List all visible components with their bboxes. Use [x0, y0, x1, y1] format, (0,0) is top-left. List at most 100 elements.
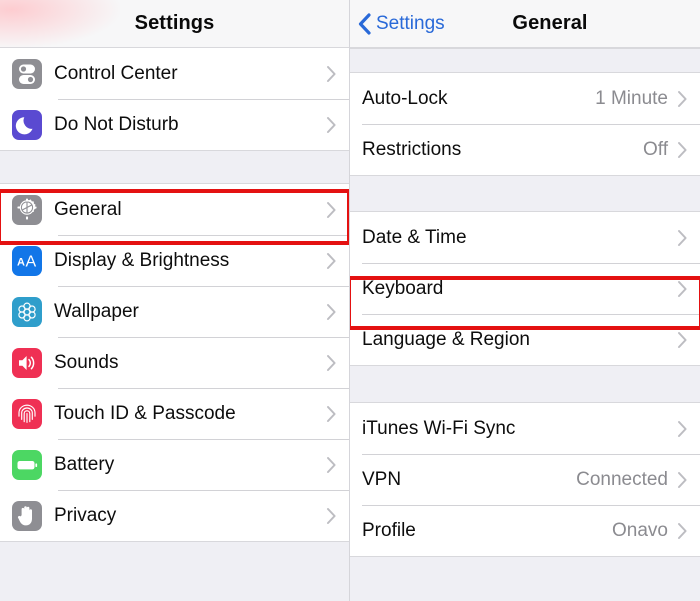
list-item-general[interactable]: General	[0, 184, 349, 235]
list-item-wallpaper[interactable]: Wallpaper	[0, 286, 349, 337]
fingerprint-icon	[12, 398, 42, 429]
list-item-label: Control Center	[54, 62, 178, 84]
list-item-label: Touch ID & Passcode	[54, 402, 236, 424]
disclosure-indicator	[326, 405, 337, 423]
group-media: Control Center Do Not Disturb	[0, 48, 349, 150]
page-title: Settings	[134, 12, 215, 34]
speaker-icon	[12, 347, 42, 378]
group-lock: Auto-Lock 1 Minute Restrictions Off	[350, 73, 700, 175]
list-item-auto-lock[interactable]: Auto-Lock 1 Minute	[350, 73, 700, 124]
group-network: iTunes Wi-Fi Sync VPN Connected Profile Onav…	[350, 403, 700, 556]
control-center-icon	[12, 58, 42, 89]
general-list: Auto-Lock 1 Minute Restrictions Off Date & T…	[350, 48, 700, 601]
settings-root-pane: Settings Control Center Do Not Disturb Gen…	[0, 0, 350, 601]
list-item-privacy[interactable]: Privacy	[0, 490, 349, 541]
chevron-right-icon	[678, 141, 687, 158]
disclosure-indicator	[677, 331, 688, 349]
list-item-date-time[interactable]: Date & Time	[350, 212, 700, 263]
disclosure-indicator	[326, 252, 337, 270]
list-item-vpn[interactable]: VPN Connected	[350, 454, 700, 505]
list-item-value: Onavo	[612, 519, 668, 541]
list-item-label: Wallpaper	[54, 300, 139, 322]
ios-settings-screenshot: Settings Control Center Do Not Disturb Gen…	[0, 0, 700, 601]
list-tail	[350, 556, 700, 601]
list-item-label: Date & Time	[362, 226, 467, 248]
list-item-sounds[interactable]: Sounds	[0, 337, 349, 388]
disclosure-indicator	[677, 471, 688, 489]
list-item-value: Off	[643, 138, 668, 160]
disclosure-indicator	[677, 420, 688, 438]
left-navbar: Settings	[0, 0, 349, 48]
list-item-label: VPN	[362, 468, 402, 490]
group-system: General A A Display & Brightness Wallpaper So…	[0, 184, 349, 541]
text-size-icon: AA	[12, 245, 42, 276]
section-gap	[350, 365, 700, 403]
disclosure-indicator	[326, 116, 337, 134]
disclosure-indicator	[677, 280, 688, 298]
disclosure-indicator	[326, 303, 337, 321]
list-item-display-brightness[interactable]: A A Display & Brightness	[0, 235, 349, 286]
chevron-right-icon	[678, 229, 687, 246]
right-navbar: Settings General	[350, 0, 700, 48]
chevron-right-icon	[678, 522, 687, 539]
disclosure-indicator	[326, 65, 337, 83]
section-gap	[350, 175, 700, 212]
list-item-language-region[interactable]: Language & Region	[350, 314, 700, 365]
chevron-right-icon	[327, 201, 336, 218]
disclosure-indicator	[326, 354, 337, 372]
list-item-label: iTunes Wi-Fi Sync	[362, 417, 516, 439]
list-item-label: Display & Brightness	[54, 249, 230, 271]
disclosure-indicator	[326, 456, 337, 474]
disclosure-indicator	[677, 229, 688, 247]
chevron-right-icon	[678, 420, 687, 437]
chevron-right-icon	[678, 331, 687, 348]
disclosure-indicator	[677, 522, 688, 540]
disclosure-indicator	[677, 141, 688, 159]
gear-icon	[12, 194, 42, 225]
chevron-right-icon	[678, 90, 687, 107]
svg-text:A: A	[26, 253, 37, 270]
detail-title-wrap: General	[350, 12, 700, 35]
list-item-touch-id-passcode[interactable]: Touch ID & Passcode	[0, 388, 349, 439]
group-locale: Date & Time Keyboard Language & Region	[350, 212, 700, 365]
detail-page-title: General	[512, 12, 588, 34]
list-item-restrictions[interactable]: Restrictions Off	[350, 124, 700, 175]
chevron-right-icon	[678, 280, 687, 297]
list-item-label: Sounds	[54, 351, 119, 373]
chevron-right-icon	[678, 471, 687, 488]
chevron-right-icon	[327, 507, 336, 524]
general-detail-pane: Settings General Auto-Lock 1 Minute Restri…	[350, 0, 700, 601]
list-item-label: Language & Region	[362, 328, 530, 350]
list-item-label: Battery	[54, 453, 115, 475]
list-item-control-center[interactable]: Control Center	[0, 48, 349, 99]
section-gap	[350, 48, 700, 73]
section-gap	[0, 150, 349, 184]
chevron-right-icon	[327, 303, 336, 320]
list-tail	[0, 541, 349, 601]
disclosure-indicator	[326, 507, 337, 525]
list-item-keyboard[interactable]: Keyboard	[350, 263, 700, 314]
svg-text:A: A	[17, 256, 25, 268]
list-item-label: General	[54, 198, 122, 220]
chevron-right-icon	[327, 252, 336, 269]
list-item-value: Connected	[576, 468, 668, 490]
list-item-label: Privacy	[54, 504, 117, 526]
disclosure-indicator	[677, 90, 688, 108]
list-item-battery[interactable]: Battery	[0, 439, 349, 490]
chevron-right-icon	[327, 456, 336, 473]
list-item-label: Profile	[362, 519, 416, 541]
flower-icon	[12, 296, 42, 327]
list-item-profile[interactable]: Profile Onavo	[350, 505, 700, 556]
chevron-right-icon	[327, 354, 336, 371]
battery-icon	[12, 449, 42, 480]
list-item-itunes-wi-fi-sync[interactable]: iTunes Wi-Fi Sync	[350, 403, 700, 454]
list-item-label: Do Not Disturb	[54, 113, 179, 135]
list-item-label: Auto-Lock	[362, 87, 448, 109]
list-item-do-not-disturb[interactable]: Do Not Disturb	[0, 99, 349, 150]
hand-icon	[12, 500, 42, 531]
moon-icon	[12, 109, 42, 140]
chevron-right-icon	[327, 405, 336, 422]
settings-list: Control Center Do Not Disturb General A A Dis…	[0, 48, 349, 601]
chevron-right-icon	[327, 65, 336, 82]
list-item-label: Keyboard	[362, 277, 444, 299]
